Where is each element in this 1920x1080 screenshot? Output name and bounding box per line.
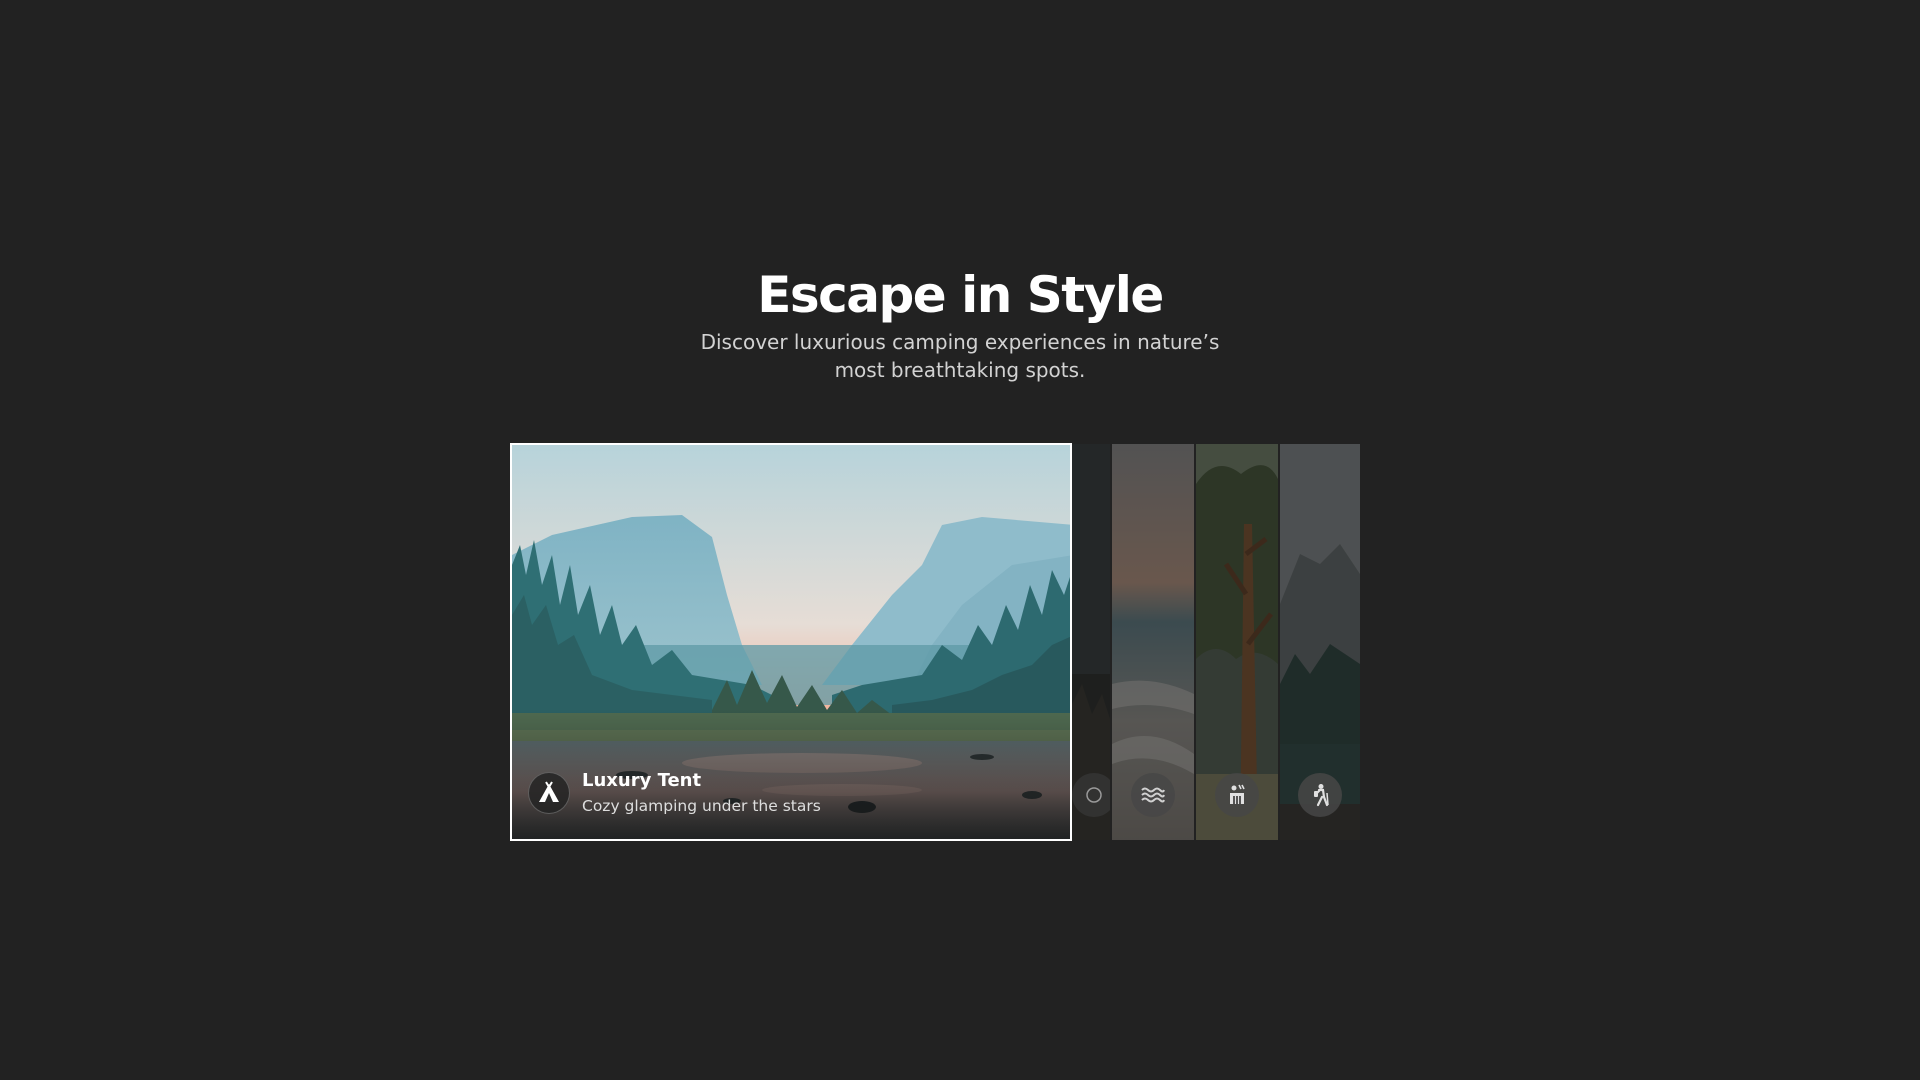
water-waves-icon bbox=[1131, 773, 1175, 817]
gallery-panel-3[interactable] bbox=[1112, 444, 1194, 840]
tent-icon bbox=[528, 772, 570, 814]
gallery-caption: Luxury Tent Cozy glamping under the star… bbox=[528, 769, 821, 817]
gallery-panel-4[interactable] bbox=[1196, 444, 1278, 840]
expanding-gallery: Luxury Tent Cozy glamping under the star… bbox=[510, 443, 1360, 841]
hiker-icon bbox=[1298, 773, 1342, 817]
page-title: Escape in Style bbox=[757, 266, 1164, 324]
gallery-panel-2[interactable] bbox=[1072, 444, 1110, 840]
campfire-icon bbox=[1072, 773, 1110, 817]
gallery-item-title: Luxury Tent bbox=[582, 770, 702, 791]
page-subtitle: Discover luxurious camping experiences i… bbox=[700, 330, 1220, 382]
gallery-item-description: Cozy glamping under the stars bbox=[582, 797, 821, 815]
page: Escape in Style Discover luxurious campi… bbox=[0, 0, 1920, 1080]
gallery-panel-luxury-tent[interactable]: Luxury Tent Cozy glamping under the star… bbox=[510, 443, 1072, 841]
gallery-panel-5[interactable] bbox=[1280, 444, 1360, 840]
cabin-icon bbox=[1215, 773, 1259, 817]
